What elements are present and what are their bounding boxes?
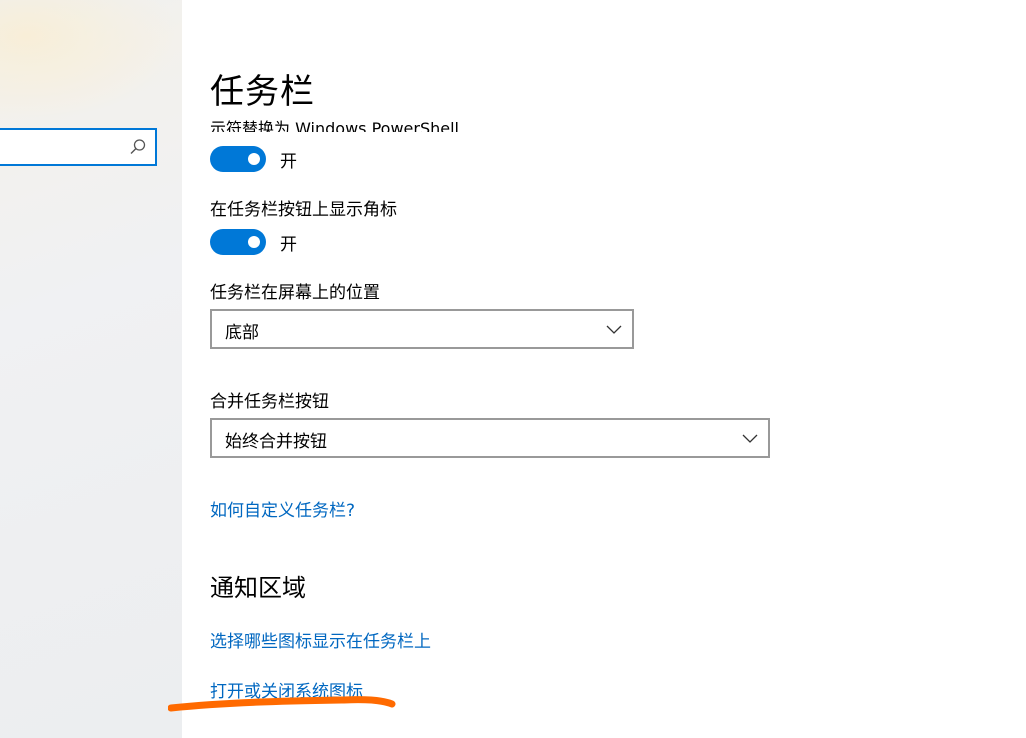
badges-setting-label: 在任务栏按钮上显示角标: [210, 200, 397, 220]
powershell-setting-label-clipped: 示符替换为 Windows PowerShell: [210, 112, 630, 132]
search-input[interactable]: [0, 128, 157, 166]
toggle-knob: [248, 153, 260, 165]
chevron-down-icon: [742, 434, 758, 443]
toggle-knob: [248, 236, 260, 248]
position-dropdown-value: 底部: [225, 323, 259, 343]
main-content: 任务栏 示符替换为 Windows PowerShell 开 在任务栏按钮上显示…: [168, 0, 1026, 738]
search-icon[interactable]: [129, 138, 147, 156]
badges-toggle-row: 开: [210, 229, 297, 255]
select-taskbar-icons-link[interactable]: 选择哪些图标显示在任务栏上: [210, 627, 431, 652]
combine-setting-label: 合并任务栏按钮: [210, 392, 329, 412]
badges-toggle-state: 开: [280, 234, 297, 255]
position-dropdown[interactable]: 底部: [210, 309, 634, 349]
notification-area-title: 通知区域: [210, 574, 306, 602]
badges-toggle[interactable]: [210, 229, 266, 255]
position-setting-label: 任务栏在屏幕上的位置: [210, 283, 380, 303]
powershell-toggle-row: 开: [210, 146, 297, 172]
orange-underline-annotation: [168, 696, 396, 712]
background-glow: [0, 0, 180, 120]
settings-window: 任务栏 示符替换为 Windows PowerShell 开 在任务栏按钮上显示…: [0, 0, 1026, 738]
powershell-toggle-state: 开: [280, 151, 297, 172]
powershell-toggle[interactable]: [210, 146, 266, 172]
customize-taskbar-link[interactable]: 如何自定义任务栏?: [210, 496, 355, 521]
navigation-pane: [0, 0, 182, 738]
page-title: 任务栏: [210, 72, 315, 112]
chevron-down-icon: [606, 325, 622, 334]
powershell-setting-label: 示符替换为 Windows PowerShell: [210, 119, 460, 132]
combine-dropdown[interactable]: 始终合并按钮: [210, 418, 770, 458]
combine-dropdown-value: 始终合并按钮: [225, 432, 327, 452]
